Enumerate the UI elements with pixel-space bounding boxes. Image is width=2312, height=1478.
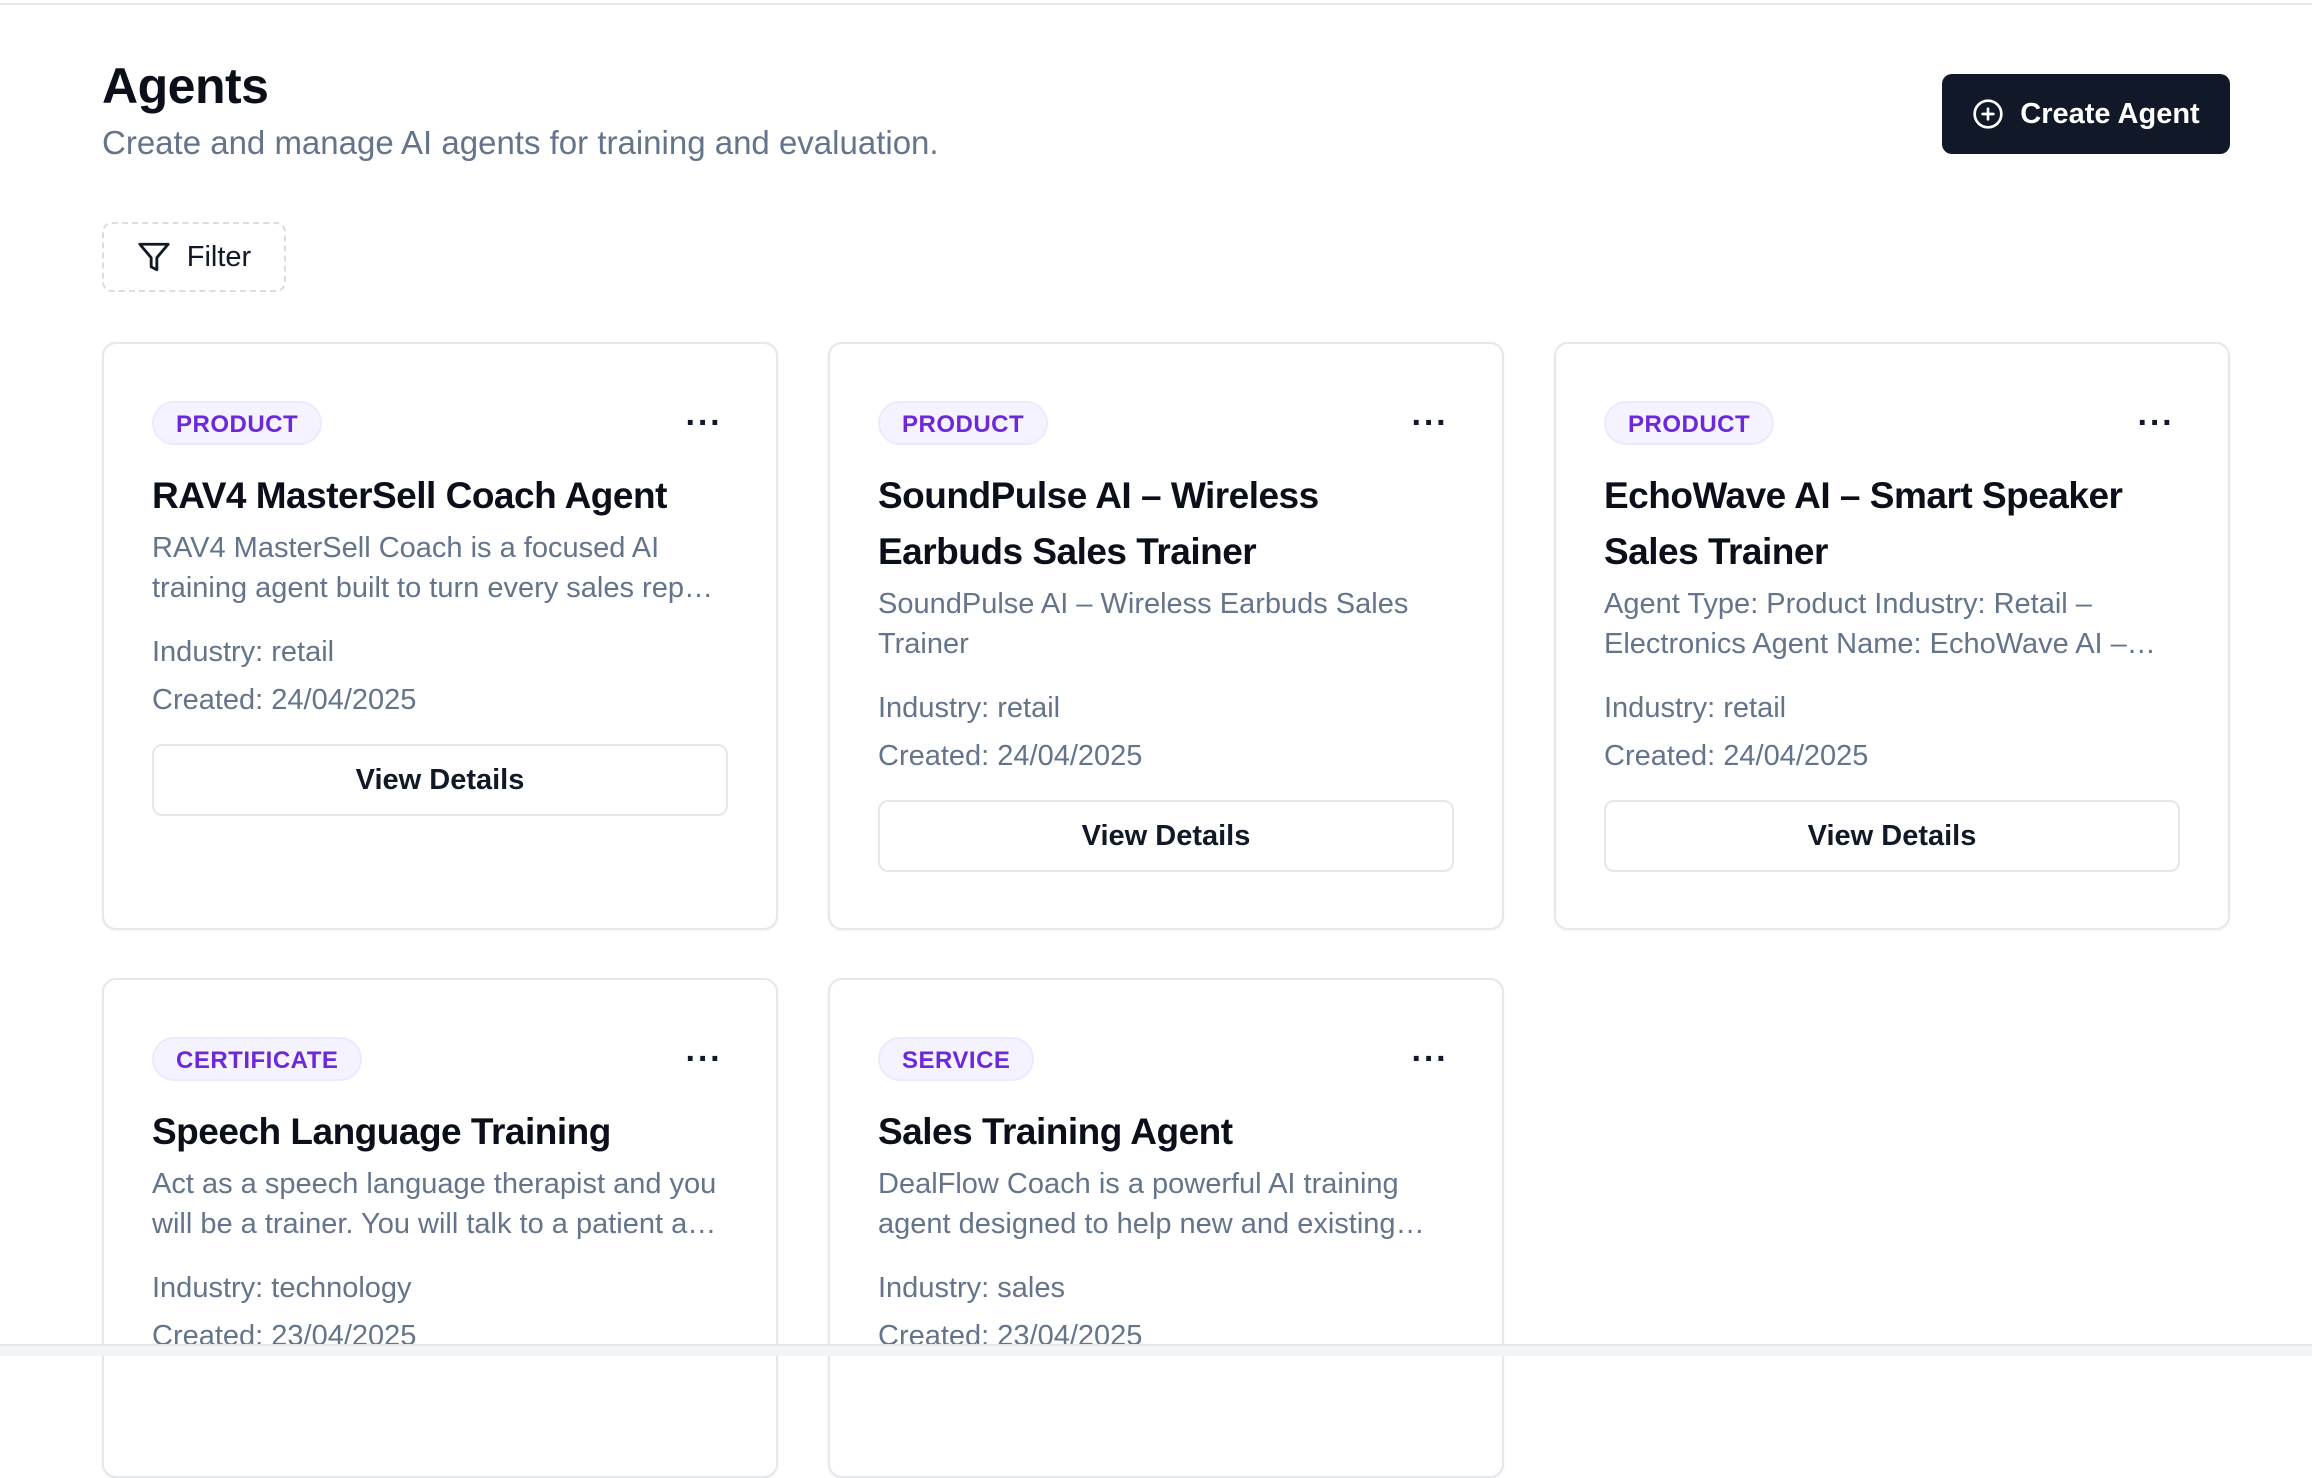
more-options-icon[interactable]: ··· (1406, 1036, 1454, 1082)
agent-description: Agent Type: Product Industry: Retail – E… (1604, 588, 2127, 660)
more-options-icon[interactable]: ··· (680, 400, 728, 446)
view-details-button[interactable]: View Details (878, 800, 1454, 872)
agent-industry: Industry: retail (152, 636, 335, 668)
more-options-icon[interactable]: ··· (2132, 400, 2180, 446)
agent-type-badge: PRODUCT (152, 401, 323, 445)
agent-card: CERTIFICATE ··· Speech Language Training… (102, 978, 778, 1478)
filter-label: Filter (186, 240, 252, 273)
agent-title: RAV4 MasterSell Coach Agent (152, 475, 667, 516)
agent-type-badge: CERTIFICATE (152, 1037, 363, 1081)
agent-industry: Industry: retail (878, 692, 1061, 724)
agent-type-badge: SERVICE (878, 1037, 1035, 1081)
agent-card: PRODUCT ··· SoundPulse AI – Wireless Ear… (828, 342, 1504, 930)
agent-type-badge: PRODUCT (1604, 401, 1775, 445)
agent-description: RAV4 MasterSell Coach is a focused AI tr… (152, 532, 684, 604)
bottom-edge (0, 1344, 2312, 1356)
create-agent-label: Create Agent (2020, 97, 2200, 130)
filter-button[interactable]: Filter (102, 222, 286, 292)
view-details-button[interactable]: View Details (1604, 800, 2180, 872)
agent-description: SoundPulse AI – Wireless Earbuds Sales T… (878, 588, 1409, 660)
top-divider (0, 0, 2312, 5)
agent-card: PRODUCT ··· EchoWave AI – Smart Speaker … (1554, 342, 2230, 930)
agent-title: Speech Language Training (152, 1111, 611, 1152)
more-options-icon[interactable]: ··· (680, 1036, 728, 1082)
agent-title: SoundPulse AI – Wireless Earbuds Sales T… (878, 475, 1319, 572)
page-header: Agents Create and manage AI agents for t… (102, 56, 939, 164)
agent-type-badge: PRODUCT (878, 401, 1049, 445)
agent-title: Sales Training Agent (878, 1111, 1233, 1152)
page-subtitle: Create and manage AI agents for training… (102, 124, 939, 161)
agent-card: PRODUCT ··· RAV4 MasterSell Coach Agent … (102, 342, 778, 930)
agent-industry: Industry: sales (878, 1272, 1065, 1304)
agent-created-date: Created: 24/04/2025 (152, 684, 417, 716)
agent-title: EchoWave AI – Smart Speaker Sales Traine… (1604, 475, 2123, 572)
agent-created-date: Created: 24/04/2025 (1604, 740, 1869, 772)
create-agent-button[interactable]: Create Agent (1942, 74, 2230, 154)
view-details-button[interactable]: View Details (152, 744, 728, 816)
agent-card: SERVICE ··· Sales Training Agent DealFlo… (828, 978, 1504, 1478)
agent-created-date: Created: 24/04/2025 (878, 740, 1143, 772)
filter-icon (138, 242, 170, 272)
agent-description: Act as a speech language therapist and y… (152, 1168, 720, 1240)
agent-description: DealFlow Coach is a powerful AI training… (878, 1168, 1399, 1240)
plus-circle-icon (1973, 99, 2003, 129)
agent-industry: Industry: retail (1604, 692, 1787, 724)
more-options-icon[interactable]: ··· (1406, 400, 1454, 446)
agent-industry: Industry: technology (152, 1272, 412, 1304)
page-title: Agents (102, 58, 269, 114)
